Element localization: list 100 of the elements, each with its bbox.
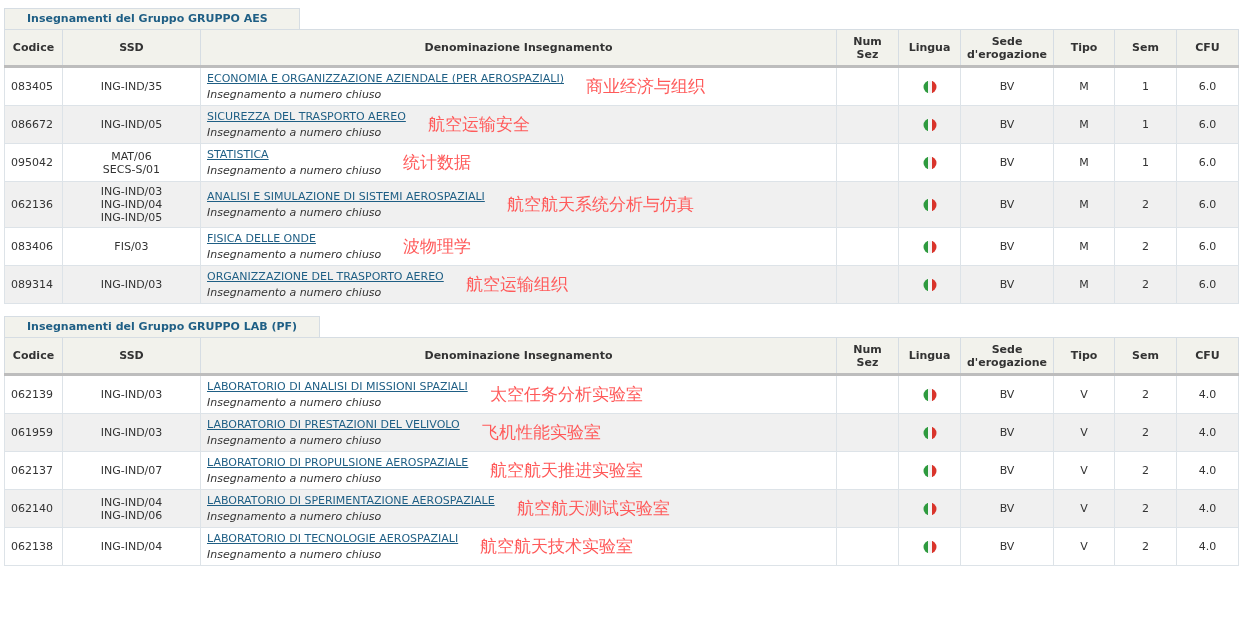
site-cell: BV bbox=[960, 489, 1054, 528]
column-header: Sem bbox=[1114, 29, 1177, 67]
ssd-text: MAT/06 bbox=[110, 149, 153, 163]
italian-flag-icon bbox=[922, 117, 937, 132]
credits-cell: 6.0 bbox=[1176, 181, 1239, 228]
italian-flag-icon bbox=[922, 197, 937, 212]
type-cell: V bbox=[1053, 527, 1115, 566]
code-cell: 062139 bbox=[4, 374, 63, 414]
column-header: Tipo bbox=[1053, 29, 1115, 67]
course-note: Insegnamento a numero chiuso bbox=[207, 248, 382, 261]
credits-cell: 6.0 bbox=[1176, 227, 1239, 266]
course-note: Insegnamento a numero chiuso bbox=[207, 510, 383, 523]
credits-cell: 4.0 bbox=[1176, 374, 1239, 414]
column-header: SSD bbox=[62, 337, 201, 375]
ssd-text: FIS/03 bbox=[113, 240, 150, 253]
column-header: Sem bbox=[1114, 337, 1177, 375]
italian-flag-icon bbox=[922, 463, 937, 478]
course-link[interactable]: ORGANIZZAZIONE DEL TRASPORTO AEREO bbox=[207, 270, 444, 283]
credits-cell: 6.0 bbox=[1176, 105, 1239, 144]
type-cell: M bbox=[1053, 66, 1115, 106]
semester-cell: 2 bbox=[1114, 374, 1177, 414]
code-cell: 086672 bbox=[4, 105, 63, 144]
credits-cell: 4.0 bbox=[1176, 413, 1239, 452]
semester-cell: 2 bbox=[1114, 413, 1177, 452]
site-cell: BV bbox=[960, 451, 1054, 490]
italian-flag-icon bbox=[922, 79, 937, 94]
ssd-text: ING-IND/03 bbox=[99, 388, 164, 401]
semester-cell: 2 bbox=[1114, 527, 1177, 566]
type-cell: V bbox=[1053, 489, 1115, 528]
semester-cell: 1 bbox=[1114, 143, 1177, 182]
type-cell: M bbox=[1053, 105, 1115, 144]
column-header: Tipo bbox=[1053, 337, 1115, 375]
credits-cell: 6.0 bbox=[1176, 265, 1239, 304]
ssd-text: ING-IND/07 bbox=[99, 464, 164, 477]
course-link[interactable]: LABORATORIO DI PRESTAZIONI DEL VELIVOLO bbox=[207, 418, 460, 431]
column-header: Sede d'erogazione bbox=[960, 29, 1054, 67]
credits-cell: 6.0 bbox=[1176, 143, 1239, 182]
italian-flag-icon bbox=[922, 239, 937, 254]
annotation-text: 统计数据 bbox=[403, 156, 472, 169]
type-cell: M bbox=[1053, 265, 1115, 304]
semester-cell: 1 bbox=[1114, 105, 1177, 144]
ssd-text: ING-IND/03 bbox=[99, 426, 164, 439]
code-cell: 062136 bbox=[4, 181, 63, 228]
site-cell: BV bbox=[960, 413, 1054, 452]
column-header: Sede d'erogazione bbox=[960, 337, 1054, 375]
credits-cell: 4.0 bbox=[1176, 451, 1239, 490]
column-header: Lingua bbox=[898, 29, 961, 67]
column-header: Num Sez bbox=[836, 337, 899, 375]
code-cell: 095042 bbox=[4, 143, 63, 182]
column-header: CFU bbox=[1176, 29, 1239, 67]
type-cell: M bbox=[1053, 181, 1115, 228]
code-cell: 061959 bbox=[4, 413, 63, 452]
italian-flag-icon bbox=[922, 155, 937, 170]
type-cell: V bbox=[1053, 451, 1115, 490]
credits-cell: 6.0 bbox=[1176, 66, 1239, 106]
site-cell: BV bbox=[960, 143, 1054, 182]
course-note: Insegnamento a numero chiuso bbox=[207, 88, 383, 101]
site-cell: BV bbox=[960, 105, 1054, 144]
semester-cell: 1 bbox=[1114, 66, 1177, 106]
column-header: Lingua bbox=[898, 337, 961, 375]
italian-flag-icon bbox=[922, 501, 937, 516]
course-link[interactable]: LABORATORIO DI SPERIMENTAZIONE AEROSPAZIALE bbox=[207, 494, 495, 507]
column-header: Denominazione Insegnamento bbox=[200, 29, 837, 67]
column-header: Codice bbox=[4, 29, 63, 67]
ssd-text: ING-IND/35 bbox=[99, 80, 164, 93]
code-cell: 083406 bbox=[4, 227, 63, 266]
ssd-text: ING-IND/04 bbox=[99, 540, 164, 553]
site-cell: BV bbox=[960, 527, 1054, 566]
course-link[interactable]: LABORATORIO DI TECNOLOGIE AEROSPAZIALI bbox=[207, 532, 459, 545]
credits-cell: 4.0 bbox=[1176, 527, 1239, 566]
course-note: Insegnamento a numero chiuso bbox=[207, 396, 383, 409]
column-header: Codice bbox=[4, 337, 63, 375]
code-cell: 062137 bbox=[4, 451, 63, 490]
course-note: Insegnamento a numero chiuso bbox=[207, 472, 383, 485]
italian-flag-icon bbox=[922, 277, 937, 292]
course-link[interactable]: STATISTICA bbox=[207, 148, 382, 161]
group-tab[interactable]: Insegnamenti del Gruppo GRUPPO AES bbox=[4, 8, 300, 29]
column-header: Denominazione Insegnamento bbox=[200, 337, 837, 375]
group-tab[interactable]: Insegnamenti del Gruppo GRUPPO LAB (PF) bbox=[4, 316, 321, 337]
course-link[interactable]: SICUREZZA DEL TRASPORTO AEREO bbox=[207, 110, 406, 123]
annotation-text: 波物理学 bbox=[403, 240, 472, 253]
course-link[interactable]: ANALISI E SIMULAZIONE DI SISTEMI AEROSPAZIALI bbox=[207, 190, 485, 203]
course-note: Insegnamento a numero chiuso bbox=[207, 206, 383, 219]
site-cell: BV bbox=[960, 374, 1054, 414]
semester-cell: 2 bbox=[1114, 489, 1177, 528]
course-link[interactable]: LABORATORIO DI PROPULSIONE AEROSPAZIALE bbox=[207, 456, 469, 469]
course-link[interactable]: FISICA DELLE ONDE bbox=[207, 232, 382, 245]
ssd-text: ING-IND/06 bbox=[99, 508, 164, 522]
credits-cell: 4.0 bbox=[1176, 489, 1239, 528]
type-cell: M bbox=[1053, 227, 1115, 266]
type-cell: M bbox=[1053, 143, 1115, 182]
ssd-text: ING-IND/03 bbox=[99, 185, 164, 198]
course-link[interactable]: LABORATORIO DI ANALISI DI MISSIONI SPAZIALI bbox=[207, 380, 468, 393]
type-cell: V bbox=[1053, 413, 1115, 452]
course-link[interactable]: ECONOMIA E ORGANIZZAZIONE AZIENDALE (PER AEROSPAZIALI) bbox=[207, 72, 564, 85]
type-cell: V bbox=[1053, 374, 1115, 414]
semester-cell: 2 bbox=[1114, 181, 1177, 228]
column-header: Num Sez bbox=[836, 29, 899, 67]
course-note: Insegnamento a numero chiuso bbox=[207, 548, 383, 561]
site-cell: BV bbox=[960, 227, 1054, 266]
